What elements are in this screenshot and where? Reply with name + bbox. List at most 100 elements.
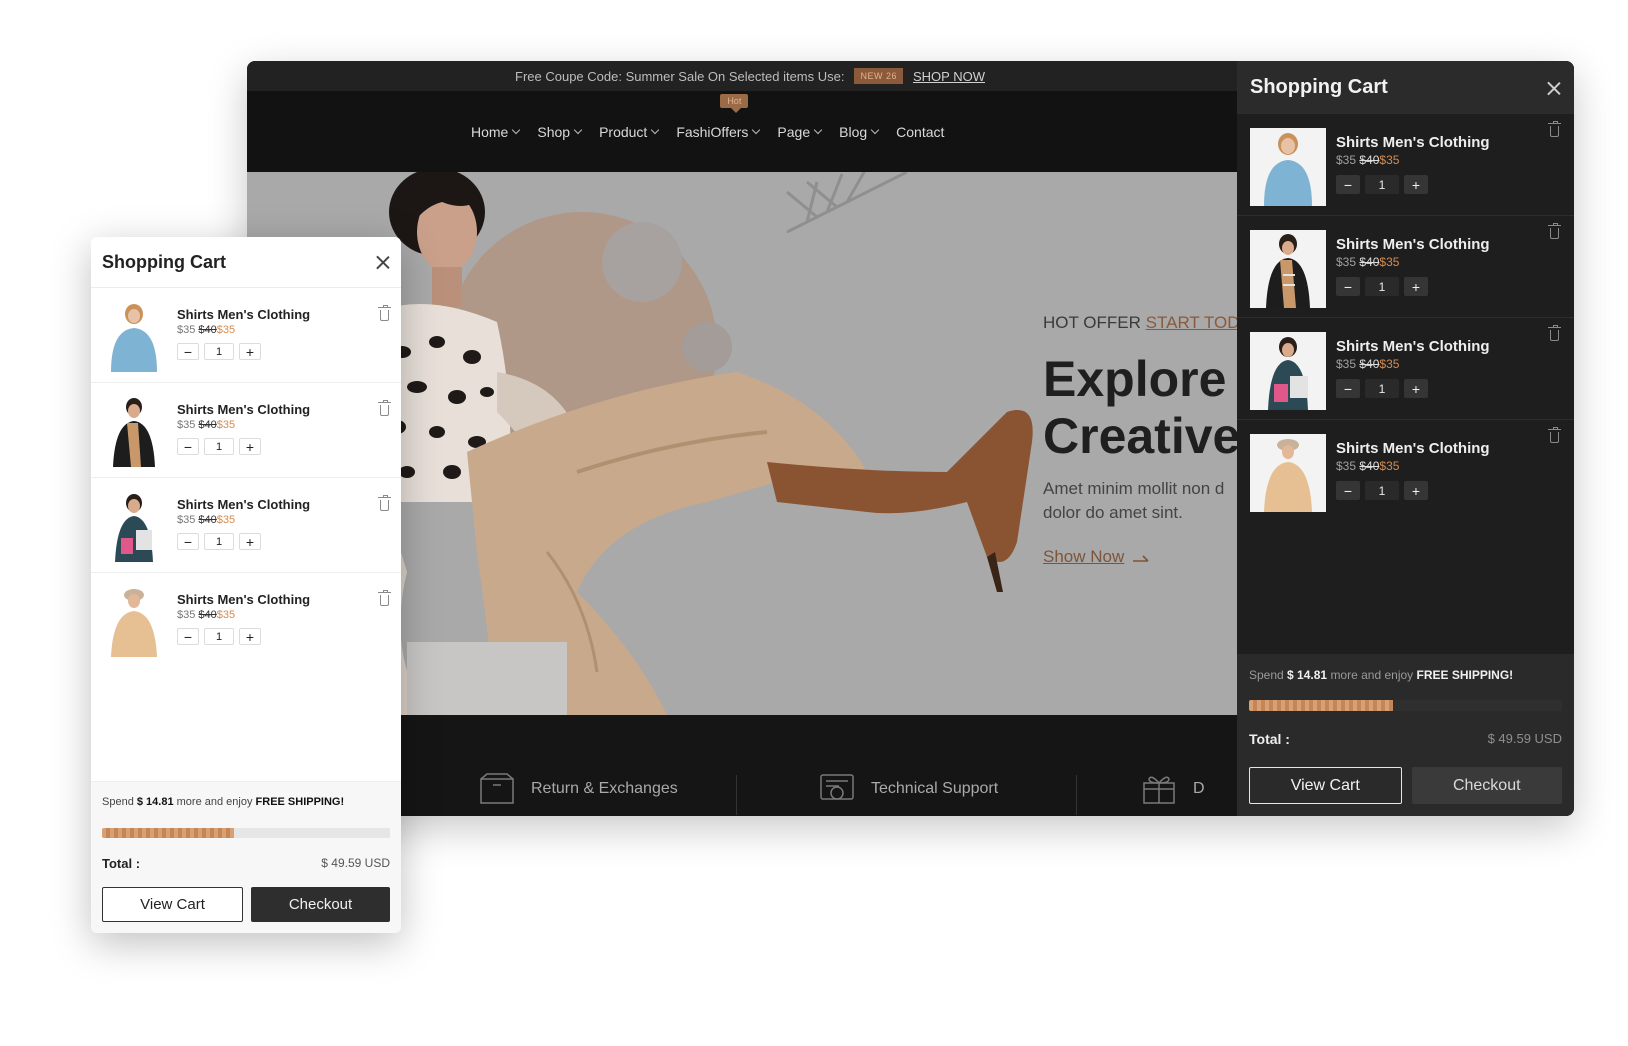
product-name[interactable]: Shirts Men's Clothing <box>1336 338 1490 355</box>
product-name[interactable]: Shirts Men's Clothing <box>177 497 310 512</box>
quantity-value[interactable]: 1 <box>1365 379 1399 398</box>
increase-button[interactable]: + <box>239 628 261 645</box>
nav-item-contact[interactable]: Contact <box>896 124 944 140</box>
quantity-value[interactable]: 1 <box>1365 481 1399 500</box>
quantity-value[interactable]: 1 <box>204 628 234 645</box>
increase-button[interactable]: + <box>1404 379 1428 398</box>
product-price: $35 $40$35 <box>1336 357 1400 371</box>
trash-icon[interactable] <box>1548 325 1561 341</box>
product-thumbnail[interactable] <box>101 490 167 562</box>
nav-item-shop[interactable]: Shop <box>537 124 583 140</box>
quantity-value[interactable]: 1 <box>1365 277 1399 296</box>
quantity-value[interactable]: 1 <box>204 343 234 360</box>
product-price: $35 $40$35 <box>177 609 236 621</box>
increase-button[interactable]: + <box>239 343 261 360</box>
quantity-value[interactable]: 1 <box>1365 175 1399 194</box>
increase-button[interactable]: + <box>1404 175 1428 194</box>
start-today-link[interactable]: START TODA <box>1146 313 1237 332</box>
headline-line: Explore Y <box>1043 351 1237 407</box>
product-thumbnail[interactable] <box>101 585 167 657</box>
product-name[interactable]: Shirts Men's Clothing <box>1336 134 1490 151</box>
product-name[interactable]: Shirts Men's Clothing <box>1336 440 1490 457</box>
product-name[interactable]: Shirts Men's Clothing <box>177 402 310 417</box>
product-price: $35 $40$35 <box>177 419 236 431</box>
shipping-progress-bar <box>102 828 390 838</box>
cart-item-info: Shirts Men's Clothing $35 $40$35 − 1 + <box>1336 230 1490 303</box>
product-price: $35 $40$35 <box>177 514 236 526</box>
trash-icon[interactable] <box>1548 427 1561 443</box>
nav-item-home[interactable]: Home <box>471 124 521 140</box>
show-now-button[interactable]: Show Now <box>1043 547 1150 567</box>
total-value: $ 49.59 USD <box>321 856 390 870</box>
total-label: Total : <box>1249 731 1290 747</box>
decrease-button[interactable]: − <box>177 628 199 645</box>
trash-icon[interactable] <box>378 495 391 511</box>
close-icon[interactable] <box>376 255 390 269</box>
increase-button[interactable]: + <box>1404 277 1428 296</box>
storefront-window: Free Coupe Code: Summer Sale On Selected… <box>247 61 1574 816</box>
decrease-button[interactable]: − <box>1336 175 1360 194</box>
hero-body-line: Amet minim mollit non d <box>1043 479 1225 498</box>
free-shipping-message: Spend $ 14.81 more and enjoy FREE SHIPPI… <box>102 796 345 808</box>
decrease-button[interactable]: − <box>177 438 199 455</box>
decrease-button[interactable]: − <box>1336 481 1360 500</box>
trash-icon[interactable] <box>378 590 391 606</box>
product-thumbnail[interactable] <box>101 395 167 467</box>
quantity-stepper: − 1 + <box>1336 379 1490 398</box>
nav-item-blog[interactable]: Blog <box>839 124 880 140</box>
decrease-button[interactable]: − <box>1336 379 1360 398</box>
nav-item-product[interactable]: Product <box>599 124 660 140</box>
hero-headline: Explore Y Creative <box>1043 351 1237 465</box>
arrow-right-icon <box>1133 555 1149 562</box>
view-cart-button[interactable]: View Cart <box>102 887 243 922</box>
decrease-button[interactable]: − <box>177 343 199 360</box>
cart-total: Total : $ 49.59 USD <box>1249 731 1562 747</box>
quantity-stepper: − 1 + <box>1336 175 1490 194</box>
trash-icon[interactable] <box>378 400 391 416</box>
product-thumbnail[interactable] <box>1250 434 1326 512</box>
increase-button[interactable]: + <box>1404 481 1428 500</box>
cart-item: Shirts Men's Clothing $35 $40$35 − 1 + <box>1237 216 1574 318</box>
show-now-label: Show Now <box>1043 547 1125 566</box>
decrease-button[interactable]: − <box>1336 277 1360 296</box>
increase-button[interactable]: + <box>239 438 261 455</box>
feature-label: Return & Exchanges <box>531 780 678 797</box>
trash-icon[interactable] <box>378 305 391 321</box>
product-name[interactable]: Shirts Men's Clothing <box>1336 236 1490 253</box>
divider <box>1076 775 1077 815</box>
trash-icon[interactable] <box>1548 223 1561 239</box>
decrease-button[interactable]: − <box>177 533 199 550</box>
close-icon[interactable] <box>1547 81 1561 95</box>
product-thumbnail[interactable] <box>1250 128 1326 206</box>
trash-icon[interactable] <box>1548 121 1561 137</box>
cart-title: Shopping Cart <box>1250 76 1388 98</box>
quantity-value[interactable]: 1 <box>204 438 234 455</box>
checkout-button[interactable]: Checkout <box>251 887 390 922</box>
view-cart-button[interactable]: View Cart <box>1249 767 1402 804</box>
quantity-stepper: − 1 + <box>177 343 310 360</box>
product-name[interactable]: Shirts Men's Clothing <box>177 307 310 322</box>
feature-returns: Return & Exchanges <box>479 773 678 805</box>
chevron-down-icon <box>813 125 823 134</box>
quantity-value[interactable]: 1 <box>204 533 234 550</box>
cart-item: Shirts Men's Clothing $35 $40$35 − 1 + <box>1237 114 1574 216</box>
chevron-down-icon <box>870 125 880 134</box>
cart-total: Total : $ 49.59 USD <box>102 856 390 871</box>
product-thumbnail[interactable] <box>1250 230 1326 308</box>
cart-item-info: Shirts Men's Clothing $35 $40$35 − 1 + <box>1336 128 1490 201</box>
cart-drawer-dark: Shopping Cart Shirts Men's Clothing $35 … <box>1237 61 1574 816</box>
shop-now-link[interactable]: SHOP NOW <box>913 69 985 84</box>
gift-icon <box>1143 776 1175 804</box>
nav-label: Contact <box>896 123 945 140</box>
nav-item-page[interactable]: Page <box>777 124 823 140</box>
product-thumbnail[interactable] <box>101 300 167 372</box>
chevron-down-icon <box>651 125 660 134</box>
feature-label: Technical Support <box>871 780 999 797</box>
checkout-button[interactable]: Checkout <box>1411 767 1562 804</box>
product-price: $35 $40$35 <box>177 324 236 336</box>
increase-button[interactable]: + <box>239 533 261 550</box>
cart-item: Shirts Men's Clothing $35 $40$35 − 1 + <box>91 288 401 383</box>
product-thumbnail[interactable] <box>1250 332 1326 410</box>
nav-item-fashioffers[interactable]: Hot FashiOffers <box>676 93 761 140</box>
product-name[interactable]: Shirts Men's Clothing <box>177 592 310 607</box>
